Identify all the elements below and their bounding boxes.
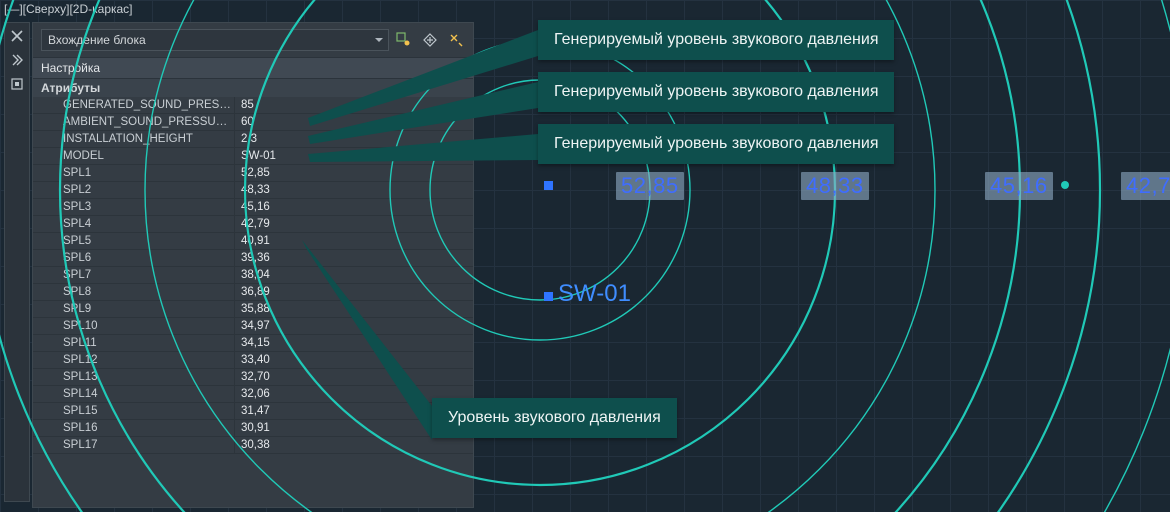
callout-1: Генерируемый уровень звукового давления (538, 20, 894, 60)
grip-sw-label[interactable] (544, 292, 553, 301)
spl-value-spl3[interactable]: 45,16 (985, 172, 1053, 200)
grip-origin[interactable] (544, 181, 553, 190)
callout-4: Уровень звукового давления (432, 398, 677, 438)
model-label: SW-01 (558, 280, 631, 308)
spl-value-spl2[interactable]: 48,33 (801, 172, 869, 200)
spl-value-spl1[interactable]: 52,85 (616, 172, 684, 200)
callout-2: Генерируемый уровень звукового давления (538, 72, 894, 112)
callout-3: Генерируемый уровень звукового давления (538, 124, 894, 164)
spl-value-spl4[interactable]: 42,79 (1121, 172, 1170, 200)
